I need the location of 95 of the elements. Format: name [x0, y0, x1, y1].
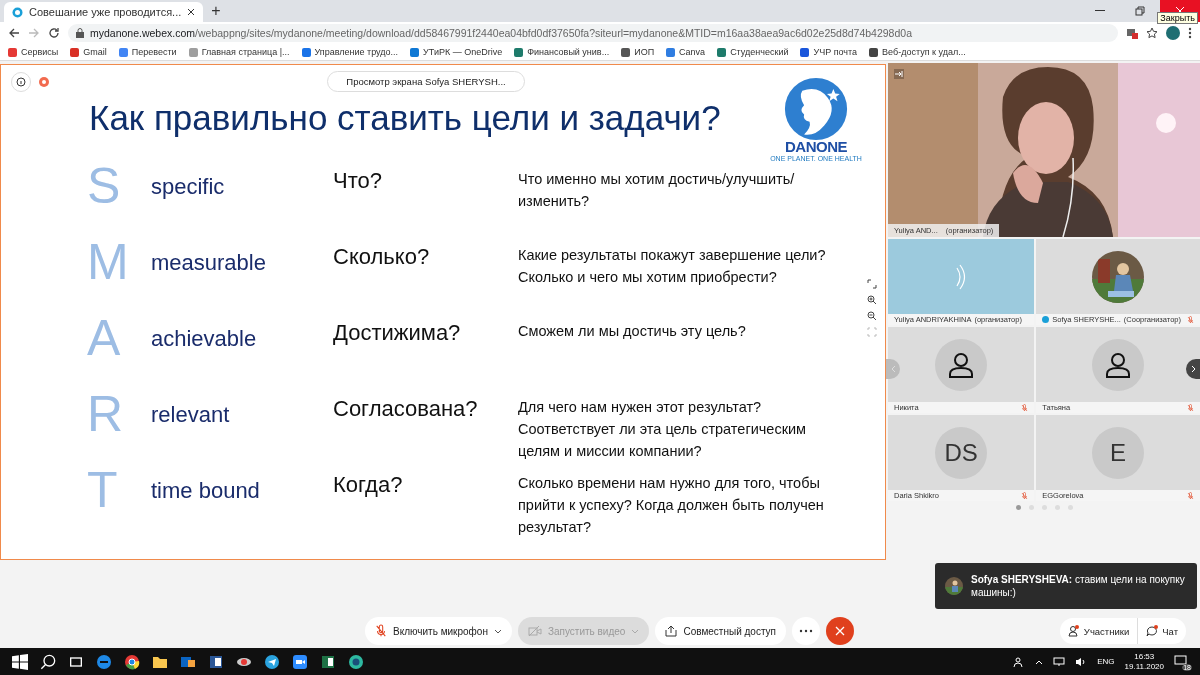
spreadsheet-app-icon[interactable]	[320, 653, 336, 670]
bookmark[interactable]: Сервисы	[8, 47, 59, 57]
bookmark[interactable]: Студенческий	[717, 47, 789, 57]
bookmark[interactable]: Перевести	[118, 47, 177, 57]
person-icon	[1067, 625, 1080, 637]
chevron-left-icon	[890, 365, 896, 373]
webex-icon[interactable]	[348, 653, 364, 670]
people-icon[interactable]	[1013, 655, 1026, 668]
new-tab-button[interactable]: +	[203, 2, 229, 20]
edge-icon[interactable]	[96, 653, 112, 670]
bookmark[interactable]: Веб-доступ к удал...	[869, 47, 966, 57]
slide-title: Как правильно ставить цели и задачи?	[89, 98, 722, 138]
video-camera-icon[interactable]	[292, 653, 308, 670]
acronym-letter: T	[87, 464, 119, 516]
criterion-word: relevant	[151, 402, 231, 428]
restore-icon	[1135, 6, 1145, 16]
windows-logo-icon[interactable]	[12, 653, 28, 670]
bookmark[interactable]: УЧР почта	[800, 47, 858, 57]
share-icon	[665, 625, 678, 637]
criterion-answer: Сколько времени нам нужно для того, чтобы прийти к успеху? Когда должен быть получен результат?	[518, 474, 825, 537]
webex-icon	[1042, 316, 1050, 323]
menu-icon[interactable]	[1188, 27, 1192, 39]
star-icon[interactable]	[1146, 27, 1158, 39]
chat-notification[interactable]: Sofya SHERYSHEVA: ставим цели на покупку машины:)	[935, 563, 1197, 609]
close-icon	[835, 626, 845, 636]
criterion-question: Согласована?	[333, 396, 479, 422]
acronym-letter: R	[87, 388, 125, 440]
tooltip: Закрыть	[1157, 12, 1198, 24]
chat-bubble-icon	[1146, 625, 1159, 637]
reload-icon[interactable]	[48, 27, 60, 39]
criterion-answer: Сможем ли мы достичь эту цель?	[518, 322, 747, 341]
caret-icon	[631, 628, 640, 634]
document-app-icon[interactable]	[208, 653, 224, 670]
camera-off-icon	[527, 625, 542, 637]
clock[interactable]: 16:53 19.11.2020	[1124, 651, 1164, 672]
account-avatar[interactable]	[1166, 26, 1180, 40]
bookmark[interactable]: Canva	[666, 47, 706, 57]
network-icon[interactable]	[1053, 656, 1066, 667]
acronym-letter: S	[87, 160, 122, 212]
logo-text: DANONE	[785, 138, 847, 155]
close-button[interactable]	[826, 617, 854, 645]
criterion-word: specific	[151, 174, 226, 200]
muted-mic-icon	[375, 624, 387, 638]
initials-avatar: E	[1092, 426, 1145, 479]
address-bar[interactable]: mydanone.webex.com/webappng/sites/mydanone/meeting/download/dd58467991f2440ea04bfd0df37650fa?siteurl=mydanone&MTID=m16aa38aea9ac6d02e25d8d74b4298d0a	[68, 24, 1118, 42]
chat-message: Sofya SHERYSHEVA: ставим цели на покупку машины:)	[971, 573, 1186, 599]
chevron-up-icon[interactable]	[1035, 658, 1044, 665]
bookmark[interactable]: Управление трудо...	[301, 47, 399, 57]
criterion-question: Когда?	[333, 472, 404, 498]
back-icon[interactable]	[8, 27, 20, 39]
bookmark[interactable]: УТиРК — OneDrive	[410, 47, 503, 57]
speaker-icon[interactable]	[1075, 656, 1088, 667]
minimize-icon	[1095, 10, 1105, 12]
language-indicator[interactable]: ENG	[1097, 657, 1115, 666]
share-button[interactable]: Совместный доступ	[655, 617, 786, 645]
record-icon	[39, 76, 49, 87]
webex-icon	[12, 6, 23, 18]
criterion-question: Достижима?	[333, 320, 462, 346]
initials-avatar: DS	[935, 426, 988, 479]
bookmark[interactable]: Финансовый унив...	[514, 47, 610, 57]
criterion-answer: Какие результаты покажут завершение цели? Сколько и чего мы хотим приобрести?	[518, 246, 827, 287]
acronym-letter: A	[87, 312, 122, 364]
person-icon	[1104, 350, 1133, 379]
logo-emblem-icon	[784, 76, 848, 142]
chat-button[interactable]: Чат	[1137, 618, 1186, 644]
criterion-answer: Для чего нам нужен этот результат? Соответствует ли эта цель стратегическим целям и миссии компании?	[518, 398, 808, 461]
criterion-answer: Что именно мы хотим достичь/улучшить/изменить?	[518, 170, 796, 211]
person-icon	[947, 350, 976, 379]
criterion-word: measurable	[151, 250, 267, 276]
chrome-icon[interactable]	[124, 653, 140, 670]
search-icon[interactable]	[40, 653, 56, 670]
sound-wave-icon	[956, 263, 967, 290]
zoom-out-icon[interactable]	[867, 311, 877, 321]
bookmark[interactable]: ИОП	[621, 47, 655, 57]
mic-button[interactable]: Включить микрофон	[365, 617, 512, 645]
zoom-in-icon[interactable]	[867, 295, 877, 305]
expand-icon[interactable]	[867, 279, 877, 289]
page-dot[interactable]	[1015, 505, 1021, 510]
bookmark[interactable]: Gmail	[70, 47, 107, 57]
more-icon	[799, 629, 813, 633]
browser-tab[interactable]: Совешание уже проводится...	[4, 2, 204, 22]
blocked-popup-icon[interactable]	[1126, 27, 1138, 39]
close-icon[interactable]	[187, 8, 196, 16]
criterion-word: achievable	[151, 326, 258, 352]
info-icon	[16, 76, 26, 87]
participants-button[interactable]: Участники	[1059, 618, 1138, 644]
criterion-question: Что?	[333, 168, 383, 194]
caret-icon	[493, 628, 502, 634]
collapse-icon[interactable]	[894, 69, 904, 79]
criterion-question: Сколько?	[333, 244, 431, 270]
paper-plane-icon[interactable]	[264, 653, 280, 670]
bookmark[interactable]: Главная страница |...	[188, 47, 290, 57]
acronym-letter: M	[87, 236, 130, 288]
chevron-right-icon	[1190, 365, 1196, 373]
criterion-word: time bound	[151, 478, 261, 504]
